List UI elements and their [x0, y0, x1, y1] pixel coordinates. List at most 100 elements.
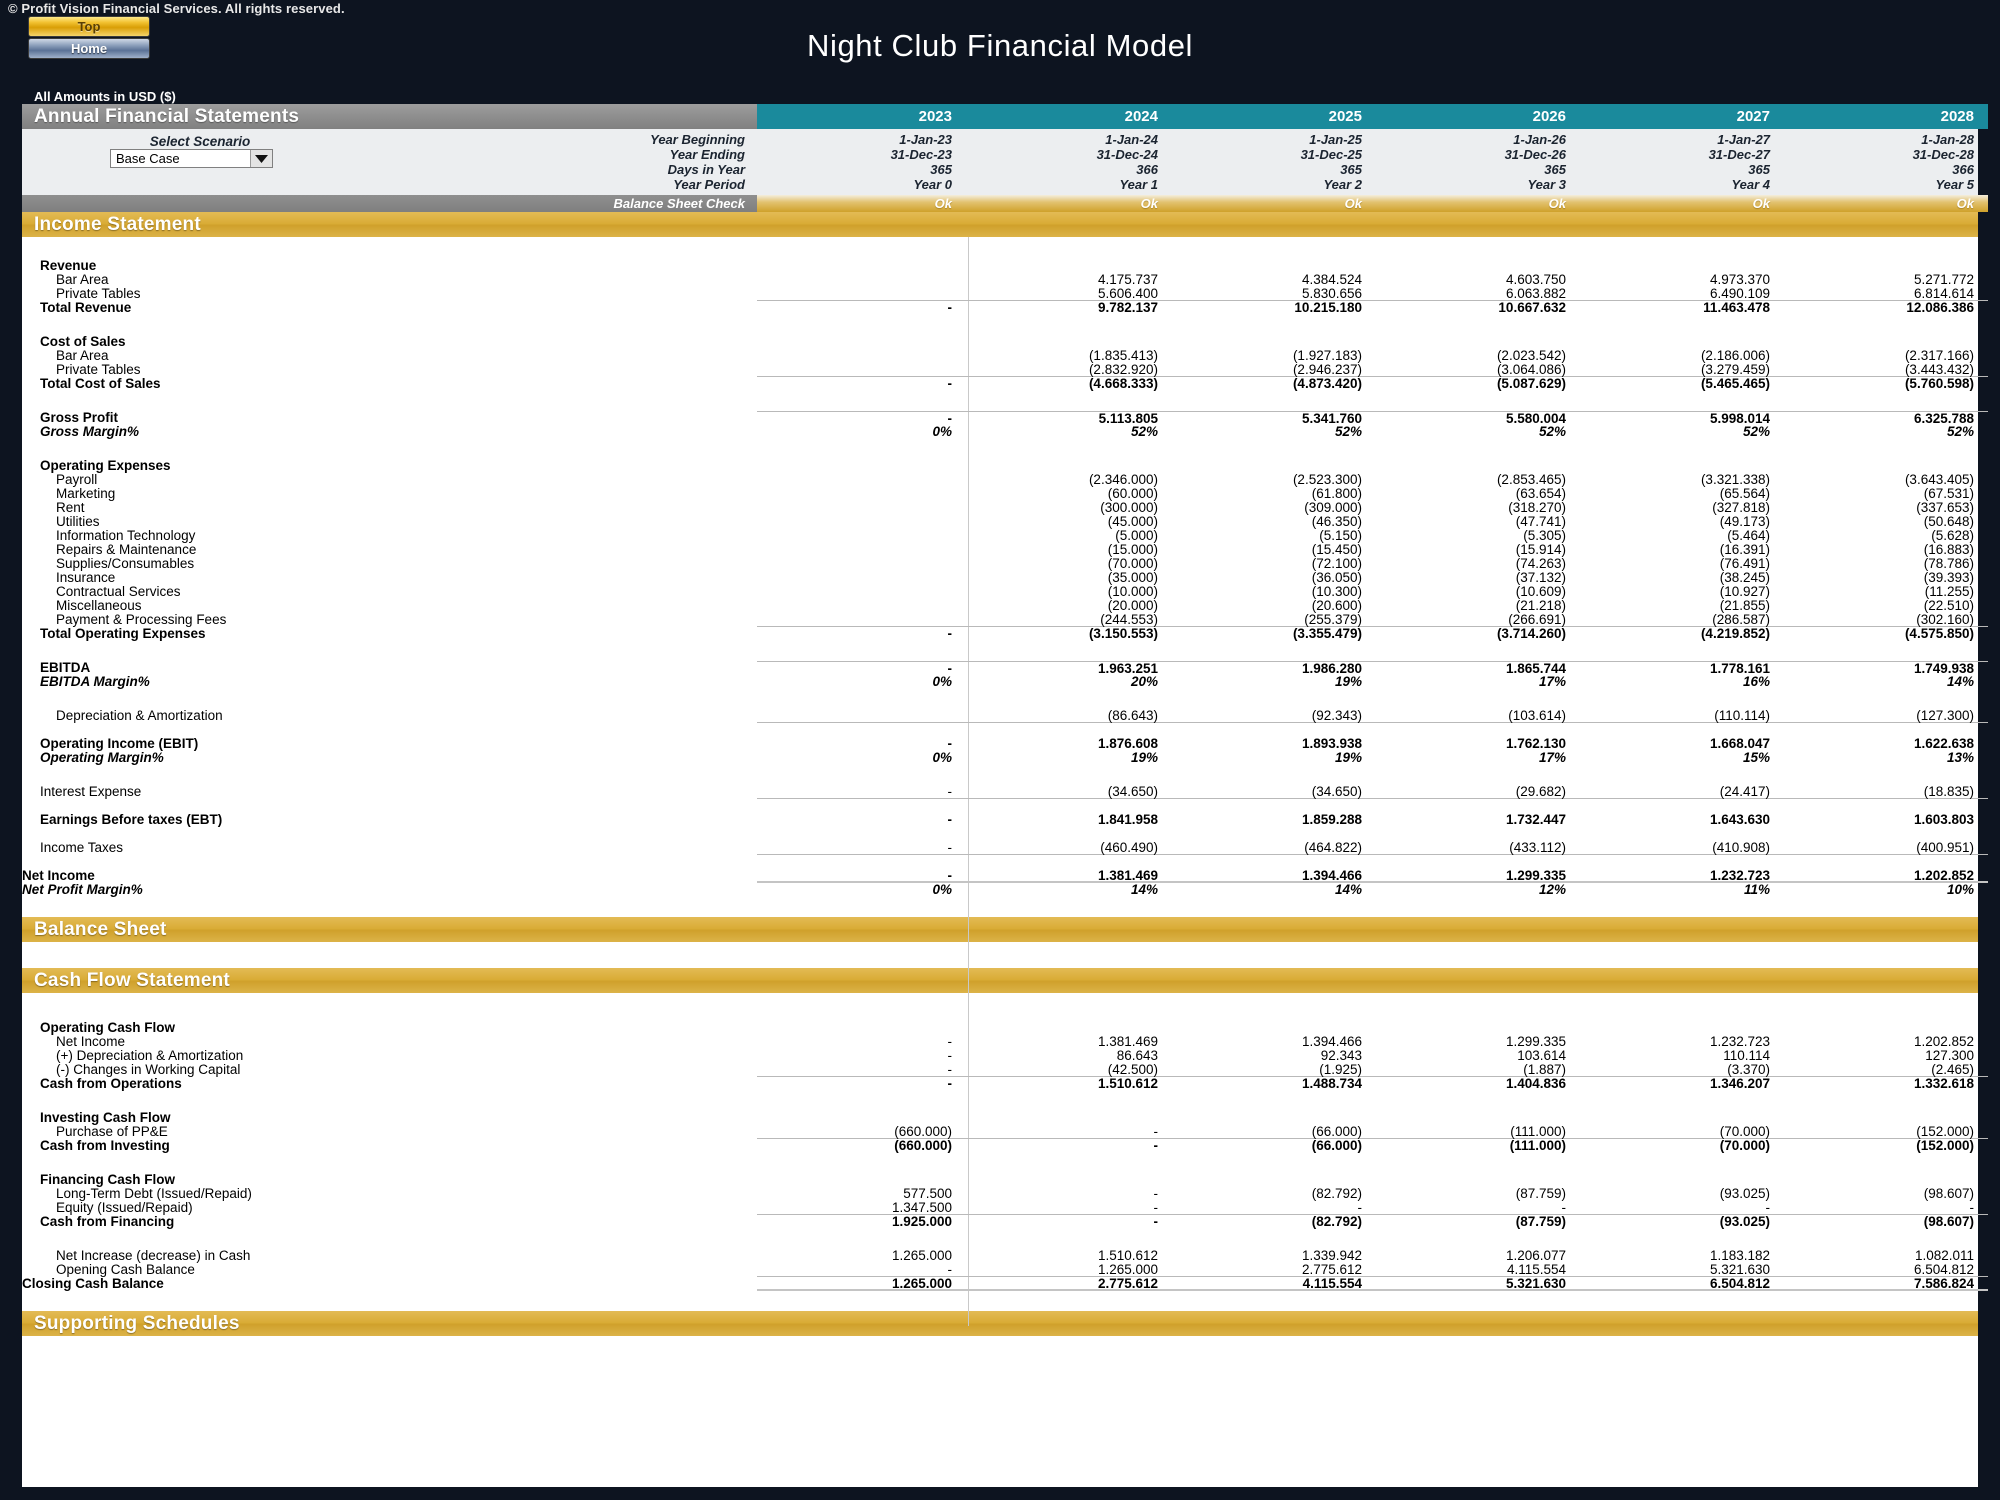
cell: (244.553) [968, 613, 1172, 627]
table-row: Bar Area (1.835.413) (1.927.183) (2.023.… [22, 349, 1978, 363]
table-row: Bar Area 4.175.737 4.384.524 4.603.750 4… [22, 273, 1978, 287]
cell: (1.925) [1172, 1063, 1376, 1077]
row-label: Net Income [22, 868, 95, 883]
row-label: Financing Cash Flow [40, 1172, 176, 1187]
cell: 19% [1334, 674, 1362, 689]
group-header-revenue: Revenue [22, 259, 1978, 273]
row-label: Bar Area [56, 348, 109, 363]
cell: (45.000) [1107, 514, 1158, 529]
cell: - [968, 1201, 1172, 1215]
cell: 6.490.109 [1580, 287, 1784, 301]
table-row: (+) Depreciation & Amortization - 86.643 92… [22, 1049, 1978, 1063]
cell: - [757, 1263, 968, 1277]
cell: - [1580, 1201, 1784, 1215]
cell: 1.841.958 [1097, 812, 1158, 827]
scenario-select[interactable]: Base Case [110, 149, 273, 168]
cell: 5.321.630 [1580, 1263, 1784, 1277]
row-label: Net Increase (decrease) in Cash [56, 1248, 251, 1263]
cell: 1.749.938 [1784, 661, 1988, 676]
cell: (66.000) [1172, 1125, 1376, 1139]
cell: - [947, 812, 953, 827]
meta-value: 1-Jan-25 [1309, 132, 1362, 147]
cell: (67.531) [1923, 486, 1974, 501]
meta-value: Year 4 [1731, 177, 1770, 192]
meta-row-year-ending: Year Ending 31-Dec-23 31-Dec-24 31-Dec-2… [22, 147, 1978, 162]
table-row: Payroll (2.346.000) (2.523.300) (2.853.465)… [22, 473, 1978, 487]
year-header-2028: 2028 [1784, 104, 1988, 129]
meta-value: 31-Dec-27 [1708, 147, 1770, 162]
cell: (5.628) [1931, 528, 1974, 543]
cell: (98.607) [1923, 1214, 1974, 1229]
cell: (49.173) [1719, 514, 1770, 529]
row-spacer [22, 827, 1978, 841]
cell: (47.741) [1515, 514, 1566, 529]
cell: 5.606.400 [968, 287, 1172, 301]
cell: 15% [1742, 750, 1770, 765]
cell: (21.855) [1719, 598, 1770, 613]
cell [757, 613, 968, 627]
cell: 12.086.386 [1906, 300, 1974, 315]
cell: (1.887) [1376, 1063, 1580, 1077]
row-spacer [22, 1013, 1978, 1021]
cell: (78.786) [1923, 556, 1974, 571]
cell: 20% [1130, 674, 1158, 689]
cell: 14% [1946, 674, 1974, 689]
financial-sheet: Annual Financial Statements 2023 2024 20… [22, 104, 1988, 1487]
cell: 5.580.004 [1376, 411, 1580, 426]
status-badge: Ok [1784, 195, 1988, 212]
section-header-row: Annual Financial Statements 2023 2024 20… [22, 104, 1988, 129]
status-badge: Ok [1172, 195, 1376, 212]
cell: (70.000) [1107, 556, 1158, 571]
cell: (46.350) [1311, 514, 1362, 529]
scenario-select-wrapper[interactable]: Base Case [110, 149, 273, 168]
total-row-operating-expenses: Total Operating Expenses - (3.150.553) (… [22, 627, 1978, 641]
cell: 1.876.608 [1097, 736, 1158, 751]
group-header-financing-cash-flow: Financing Cash Flow [22, 1173, 1978, 1187]
row-label: Purchase of PP&E [56, 1124, 168, 1139]
row-label: Payment & Processing Fees [56, 612, 227, 627]
cell: 4.175.737 [1097, 272, 1158, 287]
cell: (660.000) [757, 1125, 968, 1139]
cell: (110.114) [1580, 709, 1784, 723]
cell: (3.370) [1580, 1063, 1784, 1077]
cell: 1.265.000 [891, 1248, 952, 1263]
chevron-down-icon[interactable] [250, 150, 272, 167]
bottom-fill [0, 1487, 2000, 1500]
cell: 10.667.632 [1498, 300, 1566, 315]
cell: 1.986.280 [1172, 661, 1376, 676]
row-label: Private Tables [56, 286, 141, 301]
column-divider [968, 942, 969, 968]
row-label: Cash from Financing [40, 1214, 175, 1229]
row-label: Cash from Investing [40, 1138, 170, 1153]
cell: 1.381.469 [968, 869, 1172, 883]
cell: (111.000) [1509, 1138, 1566, 1153]
cell: - [757, 1063, 968, 1077]
table-row-net-increase-cash: Net Increase (decrease) in Cash 1.265.00… [22, 1249, 1978, 1263]
cell: (127.300) [1784, 709, 1988, 723]
row-spacer [22, 799, 1978, 813]
cell: (35.000) [1107, 570, 1158, 585]
cell: 6.814.614 [1784, 287, 1988, 301]
cell: (3.443.432) [1784, 363, 1988, 377]
total-row-cash-from-investing: Cash from Investing (660.000) - (66.000)… [22, 1139, 1978, 1153]
cell: 52% [1334, 424, 1362, 439]
cell [757, 571, 968, 585]
cell: (34.650) [968, 785, 1172, 799]
supporting-schedules-body [22, 1336, 1978, 1360]
cell: 1.339.942 [1301, 1248, 1362, 1263]
cell: 6.504.812 [1580, 1277, 1784, 1291]
cell: 10.215.180 [1294, 300, 1362, 315]
income-statement-body: Revenue Bar Area 4.175.737 4.384.524 4.6… [22, 237, 1988, 1065]
financing-cash-flow-rows: Long-Term Debt (Issued/Repaid) 577.500- (8… [22, 1187, 1988, 1215]
cell: (318.270) [1508, 500, 1566, 515]
cell: 1.963.251 [968, 661, 1172, 676]
table-row-purchase-ppe: Purchase of PP&E (660.000) - (66.000) (1… [22, 1124, 1988, 1139]
cash-flow-body: Operating Cash Flow Net Income - 1.381.469… [22, 993, 1988, 1326]
cell: (337.653) [1916, 500, 1974, 515]
cell: 2.775.612 [1172, 1263, 1376, 1277]
cell: 17% [1538, 674, 1566, 689]
cell: - [757, 841, 968, 855]
cell: (660.000) [894, 1138, 952, 1153]
cell: (111.000) [1376, 1125, 1580, 1139]
cell: - [947, 300, 953, 315]
